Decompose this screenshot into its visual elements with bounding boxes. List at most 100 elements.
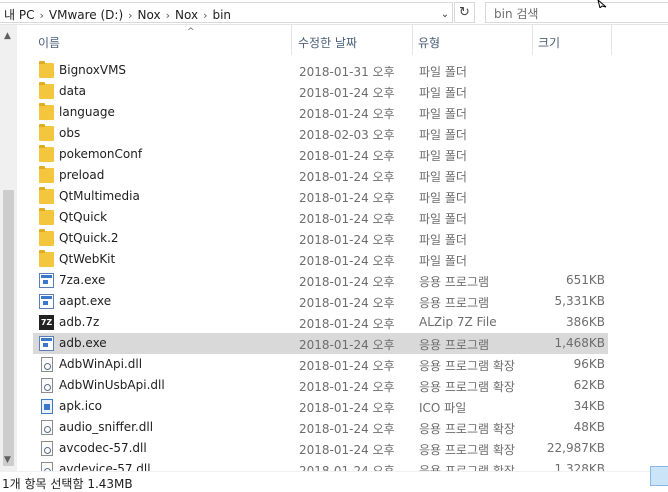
refresh-button[interactable]: ↻ bbox=[454, 2, 475, 23]
file-type: 응용 프로그램 bbox=[419, 338, 490, 352]
scrollbar-thumb[interactable] bbox=[3, 190, 14, 466]
file-size: 5,331KB bbox=[554, 294, 605, 308]
file-date: 2018-01-24 오후... bbox=[299, 191, 394, 205]
file-row[interactable]: QtWebKit 2018-01-24 오후... 파일 폴더 bbox=[33, 249, 608, 270]
file-date: 2018-01-24 오후... bbox=[299, 212, 394, 226]
file-name: QtWebKit bbox=[59, 252, 116, 266]
file-date: 2018-01-24 오후... bbox=[299, 338, 394, 352]
breadcrumb-separator-icon[interactable]: › bbox=[39, 9, 43, 22]
file-row[interactable]: apk.ico 2018-01-24 오후... ICO 파일 34KB bbox=[33, 396, 608, 417]
column-header-type-label: 유형 bbox=[418, 36, 441, 50]
breadcrumb-separator-icon[interactable]: › bbox=[128, 9, 132, 22]
file-row[interactable]: data 2018-01-24 오후... 파일 폴더 bbox=[33, 81, 608, 102]
breadcrumb-nox-2[interactable]: Nox bbox=[175, 8, 198, 22]
file-size: 1,468KB bbox=[554, 336, 605, 350]
file-size: 386KB bbox=[565, 315, 605, 329]
folder-icon bbox=[39, 166, 54, 183]
file-type: 파일 폴더 bbox=[419, 128, 467, 142]
file-date: 2018-01-24 오후... bbox=[299, 422, 394, 436]
folder-icon bbox=[39, 145, 54, 162]
file-name: AdbWinApi.dll bbox=[59, 357, 143, 371]
breadcrumb-bin[interactable]: bin bbox=[212, 8, 231, 22]
file-row[interactable]: 7Z adb.7z 2018-01-24 오후... ALZip 7Z File 386… bbox=[33, 312, 608, 333]
file-row[interactable]: audio_sniffer.dll 2018-01-24 오후... 응용 프로그램… bbox=[33, 417, 608, 438]
column-header-size[interactable]: 크기 bbox=[533, 25, 612, 55]
file-type: 파일 폴더 bbox=[419, 170, 467, 184]
status-bar: 1개 항목 선택함 1.43MB bbox=[0, 471, 668, 492]
breadcrumb-drive[interactable]: VMware (D:) bbox=[49, 8, 123, 22]
file-name: AdbWinUsbApi.dll bbox=[59, 378, 165, 392]
address-dropdown-icon[interactable]: ⌄ bbox=[438, 5, 452, 24]
column-header-type[interactable]: 유형 bbox=[413, 25, 533, 55]
dll-icon bbox=[41, 357, 53, 372]
file-name: pokemonConf bbox=[59, 147, 143, 161]
file-row[interactable]: AdbWinApi.dll 2018-01-24 오후... 응용 프로그램 확장 9… bbox=[33, 354, 608, 375]
breadcrumb-separator-icon[interactable]: › bbox=[166, 9, 170, 22]
file-name: avcodec-57.dll bbox=[59, 441, 147, 455]
file-row[interactable]: 7za.exe 2018-01-24 오후... 응용 프로그램 651KB bbox=[33, 270, 608, 291]
ico-icon bbox=[41, 399, 53, 414]
details-view-button[interactable] bbox=[650, 466, 668, 486]
file-name: adb.exe bbox=[59, 336, 107, 350]
file-type: 파일 폴더 bbox=[419, 86, 467, 100]
file-date: 2018-01-24 오후... bbox=[299, 317, 394, 331]
file-row[interactable]: obs 2018-02-03 오후... 파일 폴더 bbox=[33, 123, 608, 144]
status-text: 1개 항목 선택함 1.43MB bbox=[2, 477, 133, 491]
column-header-name[interactable]: 이름 ^ bbox=[33, 25, 292, 55]
file-row[interactable]: QtQuick 2018-01-24 오후... 파일 폴더 bbox=[33, 207, 608, 228]
address-bar[interactable]: 내 PC › VMware (D:) › Nox › Nox › bin ⌄ bbox=[0, 2, 453, 23]
column-header-name-label: 이름 bbox=[38, 36, 61, 50]
folder-icon bbox=[39, 82, 54, 99]
file-date: 2018-01-24 오후... bbox=[299, 443, 394, 457]
column-header-row: 이름 ^ 수정한 날짜 유형 크기 bbox=[17, 25, 668, 55]
file-type: 파일 폴더 bbox=[419, 191, 467, 205]
column-header-date[interactable]: 수정한 날짜 bbox=[293, 25, 413, 55]
vertical-scrollbar[interactable]: ▲ ▼ bbox=[0, 25, 17, 471]
search-box[interactable]: bin 검색 bbox=[485, 2, 668, 23]
column-header-size-label: 크기 bbox=[538, 36, 561, 50]
file-row[interactable]: QtMultimedia 2018-01-24 오후... 파일 폴더 bbox=[33, 186, 608, 207]
file-type: 응용 프로그램 bbox=[419, 296, 490, 310]
breadcrumb-this-pc[interactable]: 내 PC bbox=[4, 6, 34, 23]
file-date: 2018-01-24 오후... bbox=[299, 380, 394, 394]
file-date: 2018-01-24 오후... bbox=[299, 296, 394, 310]
folder-icon bbox=[39, 208, 54, 225]
file-row[interactable]: adb.exe 2018-01-24 오후... 응용 프로그램 1,468KB bbox=[33, 333, 608, 354]
file-row[interactable]: BignoxVMS 2018-01-31 오후... 파일 폴더 bbox=[33, 60, 608, 81]
scroll-up-icon[interactable]: ▲ bbox=[4, 31, 11, 41]
file-date: 2018-01-24 오후... bbox=[299, 107, 394, 121]
breadcrumb-nox-1[interactable]: Nox bbox=[138, 8, 161, 22]
file-type: 파일 폴더 bbox=[419, 254, 467, 268]
file-row[interactable]: QtQuick.2 2018-01-24 오후... 파일 폴더 bbox=[33, 228, 608, 249]
file-size: 651KB bbox=[565, 273, 605, 287]
file-name: QtMultimedia bbox=[59, 189, 140, 203]
file-name: adb.7z bbox=[59, 315, 100, 329]
file-date: 2018-01-24 오후... bbox=[299, 401, 394, 415]
file-row[interactable]: aapt.exe 2018-01-24 오후... 응용 프로그램 5,331KB bbox=[33, 291, 608, 312]
file-name: QtQuick.2 bbox=[59, 231, 119, 245]
file-row[interactable]: AdbWinUsbApi.dll 2018-01-24 오후... 응용 프로그램 … bbox=[33, 375, 608, 396]
file-date: 2018-01-24 오후... bbox=[299, 170, 394, 184]
scroll-down-icon[interactable]: ▼ bbox=[4, 455, 11, 465]
file-size: 48KB bbox=[573, 420, 605, 434]
breadcrumb-separator-icon[interactable]: › bbox=[203, 9, 207, 22]
file-row[interactable]: preload 2018-01-24 오후... 파일 폴더 bbox=[33, 165, 608, 186]
folder-icon bbox=[39, 124, 54, 141]
file-type: 파일 폴더 bbox=[419, 233, 467, 247]
mouse-cursor-icon bbox=[597, 0, 607, 8]
file-date: 2018-01-24 오후... bbox=[299, 359, 394, 373]
file-name: audio_sniffer.dll bbox=[59, 420, 154, 434]
file-type: ALZip 7Z File bbox=[419, 315, 497, 329]
file-row[interactable]: pokemonConf 2018-01-24 오후... 파일 폴더 bbox=[33, 144, 608, 165]
file-name: QtQuick bbox=[59, 210, 108, 224]
file-name: preload bbox=[59, 168, 105, 182]
file-name: apk.ico bbox=[59, 399, 103, 413]
file-date: 2018-01-24 오후... bbox=[299, 233, 394, 247]
file-type: 파일 폴더 bbox=[419, 212, 467, 226]
search-placeholder: bin 검색 bbox=[494, 7, 539, 21]
file-type: 응용 프로그램 확장 bbox=[419, 443, 515, 457]
file-row[interactable]: avcodec-57.dll 2018-01-24 오후... 응용 프로그램 확장… bbox=[33, 438, 608, 459]
column-header-date-label: 수정한 날짜 bbox=[298, 36, 358, 50]
file-type: 파일 폴더 bbox=[419, 65, 467, 79]
file-row[interactable]: language 2018-01-24 오후... 파일 폴더 bbox=[33, 102, 608, 123]
